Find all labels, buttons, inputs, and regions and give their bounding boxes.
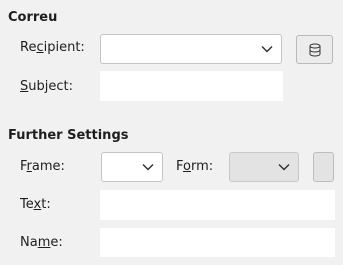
form-combobox[interactable] [229, 152, 299, 182]
name-label: Name: [20, 235, 63, 250]
recipient-combobox[interactable] [100, 34, 282, 64]
chevron-down-icon [278, 163, 290, 171]
subject-field[interactable] [100, 71, 283, 101]
chevron-down-icon [261, 45, 273, 53]
section-title-correu: Correu [8, 10, 58, 25]
database-icon [309, 43, 321, 57]
frame-label: Frame: [20, 159, 65, 174]
address-book-button[interactable] [296, 35, 333, 64]
frame-combobox[interactable] [101, 152, 163, 182]
recipient-label: Recipient: [20, 40, 85, 55]
text-label: Text: [20, 197, 51, 212]
chevron-down-icon [142, 163, 154, 171]
form-label: Form: [176, 159, 214, 174]
subject-label: Subject: [20, 79, 73, 94]
form-options-button[interactable] [313, 152, 334, 182]
name-field[interactable] [100, 228, 335, 257]
section-title-further-settings: Further Settings [8, 128, 129, 143]
text-field[interactable] [100, 190, 335, 220]
